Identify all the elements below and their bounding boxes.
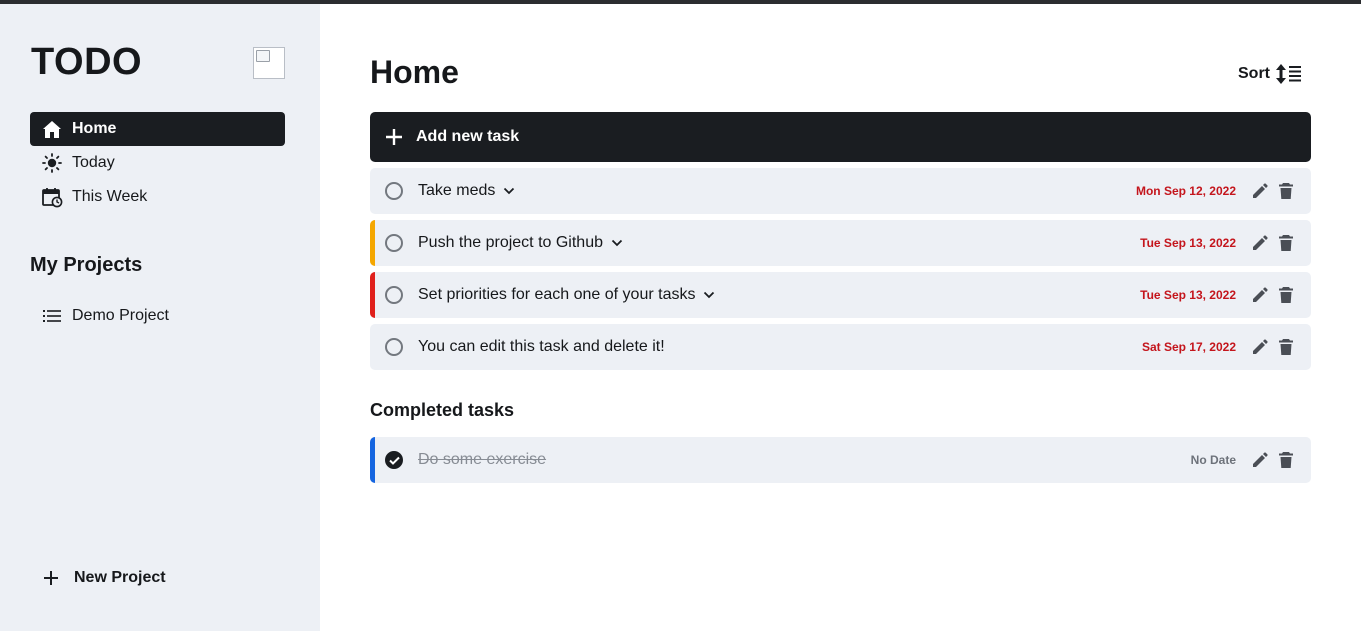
sort-icon (1276, 64, 1302, 84)
plus-icon (40, 567, 62, 589)
task-title-wrapper: Push the project to Github (418, 234, 623, 252)
task-title-wrapper: You can edit this task and delete it! (418, 338, 665, 356)
trash-icon[interactable] (1278, 234, 1294, 252)
sidebar-item-label: This Week (72, 188, 148, 205)
task-item[interactable]: Push the project to Github Tue Sep 13, 2… (370, 220, 1311, 266)
trash-icon[interactable] (1278, 286, 1294, 304)
sort-label: Sort (1238, 65, 1270, 82)
trash-icon[interactable] (1278, 451, 1294, 469)
projects-heading: My Projects (30, 254, 143, 276)
chevron-down-icon[interactable] (703, 291, 715, 299)
task-checkbox[interactable] (385, 338, 403, 356)
task-date: Sat Sep 17, 2022 (1141, 340, 1236, 354)
task-checkbox[interactable] (385, 234, 403, 252)
new-project-label: New Project (74, 569, 166, 586)
pencil-icon[interactable] (1251, 234, 1269, 252)
pencil-icon[interactable] (1251, 451, 1269, 469)
priority-indicator (370, 168, 375, 214)
project-item-demo[interactable]: Demo Project (30, 299, 285, 333)
app-logo: TODO (31, 41, 143, 83)
task-title: Push the project to Github (418, 234, 603, 251)
task-title-wrapper: Set priorities for each one of your task… (418, 286, 715, 304)
task-title-wrapper: Do some exercise (418, 451, 546, 469)
completed-task-list: Do some exercise No Date (370, 437, 1311, 489)
task-title: Take meds (418, 182, 496, 199)
sidebar-nav: Home Today This Week (30, 112, 285, 214)
task-date: Tue Sep 13, 2022 (1140, 236, 1236, 250)
task-title-wrapper: Take meds (418, 182, 515, 200)
task-date: Mon Sep 12, 2022 (1135, 184, 1236, 198)
trash-icon[interactable] (1278, 338, 1294, 356)
trash-icon[interactable] (1278, 182, 1294, 200)
checkmark-icon (389, 456, 400, 465)
task-title: You can edit this task and delete it! (418, 338, 665, 355)
priority-indicator (370, 324, 375, 370)
project-item-label: Demo Project (72, 307, 169, 324)
page-title: Home (370, 54, 459, 90)
task-title: Do some exercise (418, 451, 547, 468)
sidebar-item-label: Home (72, 120, 117, 137)
add-task-button[interactable]: Add new task (370, 112, 1311, 162)
pencil-icon[interactable] (1251, 182, 1269, 200)
task-date: No Date (1190, 453, 1236, 467)
pencil-icon[interactable] (1251, 286, 1269, 304)
home-icon (41, 118, 63, 140)
task-item[interactable]: Do some exercise No Date (370, 437, 1311, 483)
add-task-label: Add new task (416, 128, 520, 145)
task-checkbox[interactable] (385, 182, 403, 200)
new-project-button[interactable]: New Project (40, 567, 166, 589)
sidebar: TODO Home Today This Week My Projects De… (0, 4, 320, 631)
project-list: Demo Project (30, 299, 285, 333)
task-title: Set priorities for each one of your task… (418, 286, 696, 303)
priority-indicator (370, 272, 375, 318)
task-item[interactable]: Take meds Mon Sep 12, 2022 (370, 168, 1311, 214)
completed-heading: Completed tasks (370, 400, 515, 420)
sidebar-item-this-week[interactable]: This Week (30, 180, 285, 214)
task-checkbox[interactable] (385, 286, 403, 304)
pencil-icon[interactable] (1251, 338, 1269, 356)
sidebar-item-home[interactable]: Home (30, 112, 285, 146)
priority-indicator (370, 220, 375, 266)
chevron-down-icon[interactable] (503, 187, 515, 195)
plus-icon (384, 127, 404, 147)
task-checkbox-checked[interactable] (385, 451, 403, 469)
task-item[interactable]: You can edit this task and delete it! Sa… (370, 324, 1311, 370)
sidebar-item-today[interactable]: Today (30, 146, 285, 180)
calendar-week-icon (41, 186, 63, 208)
sun-icon (41, 152, 63, 174)
task-list: Take meds Mon Sep 12, 2022 Push the proj… (370, 168, 1311, 376)
task-item[interactable]: Set priorities for each one of your task… (370, 272, 1311, 318)
list-icon (41, 305, 63, 327)
sidebar-item-label: Today (72, 154, 115, 171)
avatar-image[interactable] (253, 47, 285, 79)
task-date: Tue Sep 13, 2022 (1140, 288, 1236, 302)
priority-indicator (370, 437, 375, 483)
chevron-down-icon[interactable] (611, 239, 623, 247)
sort-button[interactable]: Sort (1238, 64, 1302, 84)
